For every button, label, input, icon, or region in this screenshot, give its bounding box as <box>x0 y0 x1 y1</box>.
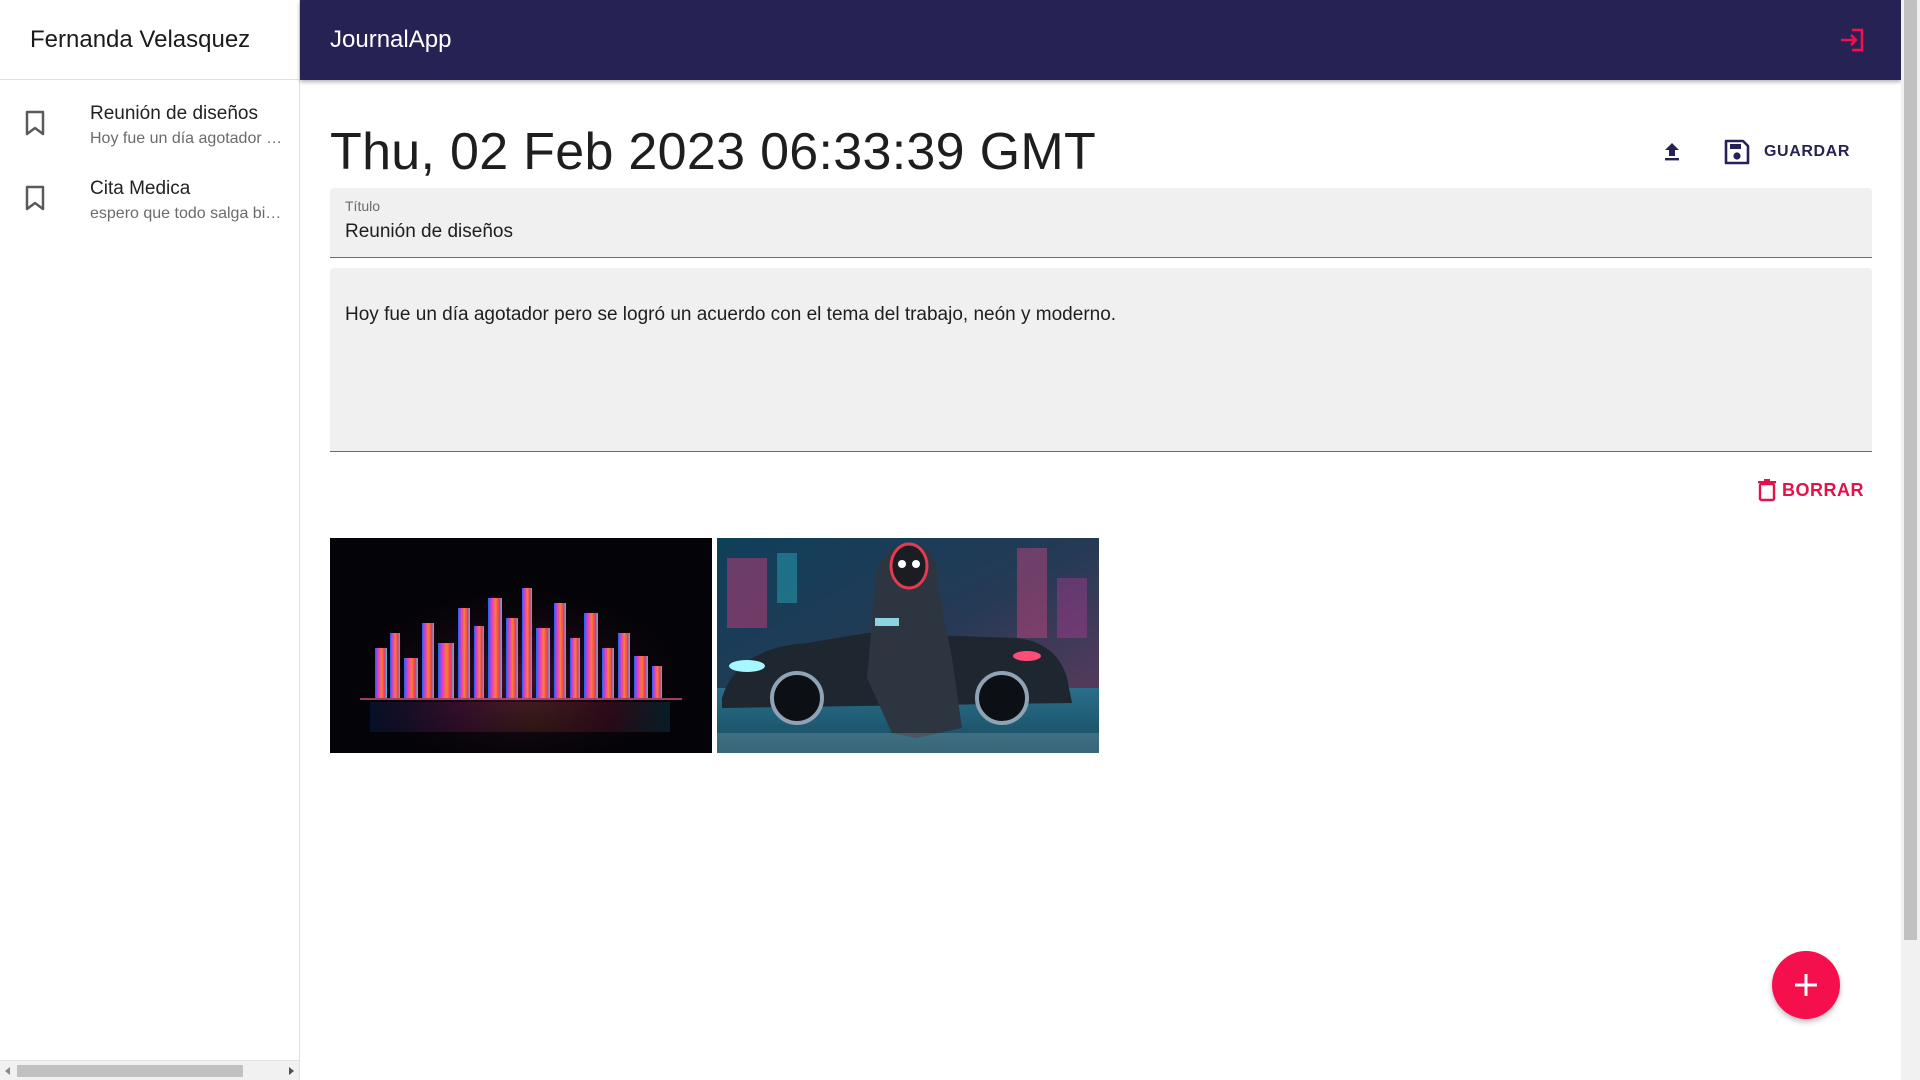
body-field[interactable]: Hoy fue un día agotador pero se logró un… <box>330 268 1872 452</box>
login-icon <box>1841 28 1864 52</box>
notes-list-item[interactable]: Cita Medica espero que todo salga bien <box>0 163 299 238</box>
note-item-body: Hoy fue un día agotador pero se logró un… <box>90 129 283 147</box>
upload-icon <box>1665 142 1680 160</box>
save-icon <box>1724 139 1750 164</box>
note-item-body: espero que todo salga bien <box>90 204 283 222</box>
note-actions: GUARDAR <box>1648 128 1872 176</box>
scroll-right-arrow[interactable] <box>289 1067 294 1075</box>
neon-character-car-image[interactable] <box>717 538 1099 753</box>
app-bar: JournalApp <box>300 0 1901 80</box>
plus-icon <box>1795 974 1817 996</box>
delete-label: BORRAR <box>1782 479 1864 500</box>
vertical-scrollbar[interactable] <box>1901 0 1920 1080</box>
add-note-button[interactable] <box>1772 951 1840 1019</box>
scrollbar-thumb[interactable] <box>17 1065 243 1077</box>
title-field-label: Título <box>345 198 381 214</box>
vertical-scrollbar-thumb[interactable] <box>1904 0 1917 940</box>
upload-button[interactable] <box>1648 128 1696 176</box>
logout-button[interactable] <box>1833 20 1873 60</box>
body-textarea[interactable]: Hoy fue un día agotador pero se logró un… <box>345 304 1857 326</box>
title-field[interactable]: Título Reunión de diseños <box>330 188 1872 258</box>
scroll-left-arrow[interactable] <box>5 1067 10 1075</box>
delete-button[interactable]: BORRAR <box>1756 478 1864 502</box>
app-title: JournalApp <box>330 26 452 53</box>
notes-list-item[interactable]: Reunión de diseños Hoy fue un día agotad… <box>0 88 299 163</box>
save-label: GUARDAR <box>1764 142 1850 160</box>
note-editor: Thu, 02 Feb 2023 06:33:39 GMT GUARDAR Tí… <box>330 80 1872 1080</box>
bookmark-icon <box>24 110 46 136</box>
horizontal-scrollbar[interactable] <box>0 1060 299 1080</box>
sidebar: Fernanda Velasquez Reunión de diseños Ho… <box>0 0 300 1080</box>
notes-list: Reunión de diseños Hoy fue un día agotad… <box>0 80 299 238</box>
sidebar-header: Fernanda Velasquez <box>0 0 299 80</box>
user-name: Fernanda Velasquez <box>30 25 251 53</box>
note-item-title: Reunión de diseños <box>90 103 258 124</box>
trash-icon <box>1758 479 1776 502</box>
neon-city-image[interactable] <box>330 538 712 753</box>
title-input[interactable]: Reunión de diseños <box>345 221 1857 243</box>
bookmark-icon <box>24 185 46 211</box>
image-gallery <box>330 538 1099 753</box>
note-item-title: Cita Medica <box>90 178 191 199</box>
note-date: Thu, 02 Feb 2023 06:33:39 GMT <box>330 122 1097 181</box>
save-button[interactable]: GUARDAR <box>1718 131 1854 173</box>
